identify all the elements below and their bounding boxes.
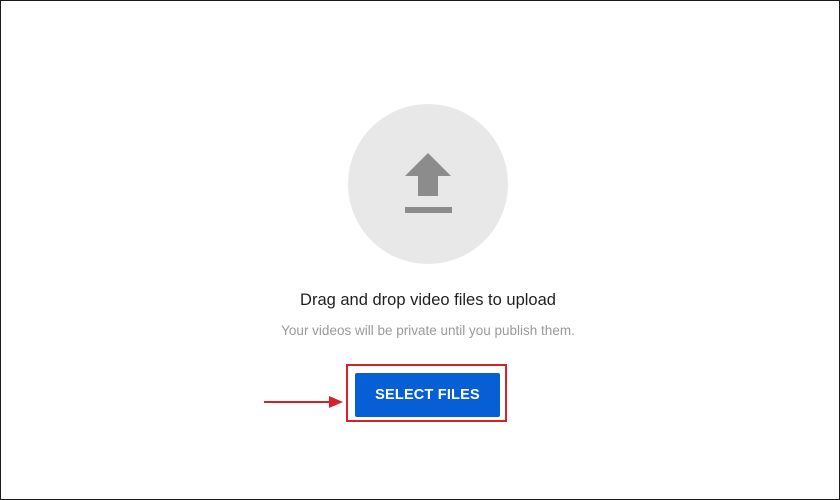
select-files-button[interactable]: SELECT FILES <box>355 373 500 417</box>
upload-subtitle: Your videos will be private until you pu… <box>281 323 575 338</box>
upload-title: Drag and drop video files to upload <box>300 291 556 309</box>
upload-drop-zone[interactable] <box>348 104 508 264</box>
upload-dialog: Drag and drop video files to upload Your… <box>0 0 840 500</box>
red-arrow-icon <box>264 396 343 408</box>
upload-arrow-icon <box>405 153 452 213</box>
